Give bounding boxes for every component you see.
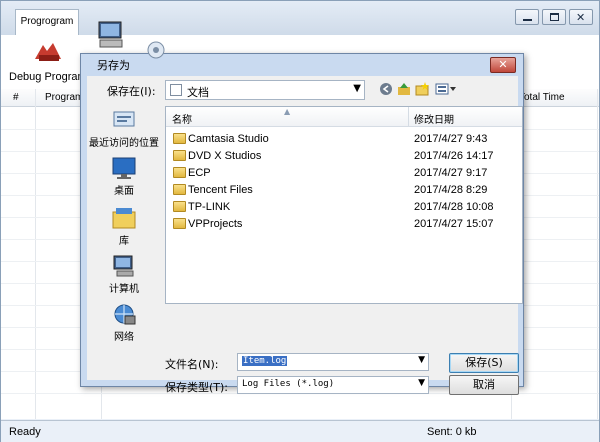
sent-counter: Sent: 0 kb <box>427 426 477 438</box>
file-date: 2017/4/28 8:29 <box>414 184 488 196</box>
folder-icon <box>173 218 186 229</box>
library-icon <box>112 208 136 229</box>
documents-folder-icon <box>170 84 182 96</box>
place-network[interactable]: 网络 <box>87 302 161 343</box>
file-row[interactable]: Tencent Files 2017/4/28 8:29 <box>166 182 522 199</box>
filetype-select[interactable]: Log Files (*.log) ▼ <box>237 376 429 394</box>
back-icon[interactable] <box>379 82 393 96</box>
computer-icon <box>113 255 134 277</box>
column-header-name[interactable]: 名称 <box>172 111 192 126</box>
filename-field[interactable]: Item.log ▼ <box>237 353 429 371</box>
close-icon: ✕ <box>576 11 586 24</box>
file-name: Tencent Files <box>188 184 253 196</box>
app-titlebar: Progrogram ✕ <box>1 1 599 35</box>
chevron-down-icon[interactable]: ▼ <box>418 378 425 388</box>
file-row[interactable]: ECP 2017/4/27 9:17 <box>166 165 522 182</box>
place-recent[interactable]: 最近访问的位置 <box>87 108 161 149</box>
dialog-close-button[interactable]: ✕ <box>490 57 516 73</box>
close-button[interactable]: ✕ <box>569 9 593 25</box>
column-header-date[interactable]: 修改日期 <box>414 111 454 126</box>
places-bar: 最近访问的位置 桌面 库 计算机 网络 <box>87 106 161 356</box>
file-list[interactable]: ▲ 名称 修改日期 Camtasia Studio 2017/4/27 9:43… <box>165 106 523 304</box>
file-date: 2017/4/26 14:17 <box>414 150 494 162</box>
place-label: 最近访问的位置 <box>89 138 159 149</box>
debug-program-icon[interactable] <box>31 37 65 65</box>
tab-program[interactable]: Progrogram <box>15 9 79 35</box>
up-folder-icon[interactable] <box>397 82 411 96</box>
file-row[interactable]: VPProjects 2017/4/27 15:07 <box>166 216 522 233</box>
chevron-down-icon[interactable]: ▼ <box>418 355 425 365</box>
file-name: DVD X Studios <box>188 150 262 162</box>
file-name: VPProjects <box>188 218 243 230</box>
network-icon <box>114 304 136 325</box>
file-name: Camtasia Studio <box>188 133 269 145</box>
file-name: ECP <box>188 167 211 179</box>
save-in-label: 保存在(I): <box>107 85 156 98</box>
place-computer[interactable]: 计算机 <box>87 254 161 295</box>
place-desktop[interactable]: 桌面 <box>87 156 161 197</box>
column-header-total-time[interactable]: Total Time <box>519 92 565 103</box>
grid-divider <box>597 89 598 419</box>
folder-icon <box>173 133 186 144</box>
place-label: 库 <box>119 236 129 247</box>
filetype-value: Log Files (*.log) <box>242 379 335 389</box>
column-header-program[interactable]: Program <box>45 92 83 103</box>
place-label: 网络 <box>114 332 134 343</box>
cancel-button[interactable]: 取消 <box>449 375 519 395</box>
filetype-label: 保存类型(T): <box>165 381 229 394</box>
maximize-icon <box>550 13 559 21</box>
debug-program-label[interactable]: Debug Program <box>9 71 87 83</box>
folder-icon <box>173 167 186 178</box>
chevron-down-icon: ▼ <box>353 83 361 94</box>
place-label: 桌面 <box>114 186 134 197</box>
folder-icon <box>173 184 186 195</box>
recent-places-icon <box>113 111 135 127</box>
grid-divider <box>35 89 36 419</box>
close-icon: ✕ <box>498 58 508 71</box>
place-label: 计算机 <box>109 284 139 295</box>
save-as-dialog: 另存为 ✕ 保存在(I): 文档 ▼ 最近访问的位置 桌面 库 计算机 网络 ▲… <box>80 53 524 395</box>
file-row[interactable]: TP-LINK 2017/4/28 10:08 <box>166 199 522 216</box>
file-name: TP-LINK <box>188 201 231 213</box>
computer-icon <box>98 21 123 48</box>
file-row[interactable]: Camtasia Studio 2017/4/27 9:43 <box>166 131 522 148</box>
maximize-button[interactable] <box>542 9 566 25</box>
save-in-value: 文档 <box>187 86 209 99</box>
folder-icon <box>173 150 186 161</box>
minimize-icon <box>523 19 532 21</box>
dialog-body: 保存在(I): 文档 ▼ 最近访问的位置 桌面 库 计算机 网络 ▲ 名称 修改… <box>87 76 523 395</box>
file-date: 2017/4/27 15:07 <box>414 218 494 230</box>
file-date: 2017/4/27 9:17 <box>414 167 488 179</box>
minimize-button[interactable] <box>515 9 539 25</box>
tool-icon <box>147 41 165 59</box>
desktop-icon <box>112 157 136 179</box>
filename-value: Item.log <box>242 356 288 366</box>
save-in-select[interactable]: 文档 ▼ <box>165 80 365 100</box>
place-library[interactable]: 库 <box>87 206 161 247</box>
file-list-header: ▲ 名称 修改日期 <box>166 107 522 127</box>
file-date: 2017/4/28 10:08 <box>414 201 494 213</box>
status-bar: Ready Sent: 0 kb <box>1 420 599 442</box>
column-header-number[interactable]: # <box>13 92 19 103</box>
folder-icon <box>173 201 186 212</box>
sort-indicator-icon: ▲ <box>284 107 291 116</box>
status-text: Ready <box>9 426 41 438</box>
filename-label: 文件名(N): <box>165 358 219 371</box>
view-menu-icon[interactable] <box>435 82 457 96</box>
file-date: 2017/4/27 9:43 <box>414 133 488 145</box>
save-button[interactable]: 保存(S) <box>449 353 519 373</box>
dialog-title: 另存为 <box>97 59 130 72</box>
new-folder-icon[interactable] <box>415 82 429 96</box>
file-row[interactable]: DVD X Studios 2017/4/26 14:17 <box>166 148 522 165</box>
column-divider <box>408 107 409 127</box>
